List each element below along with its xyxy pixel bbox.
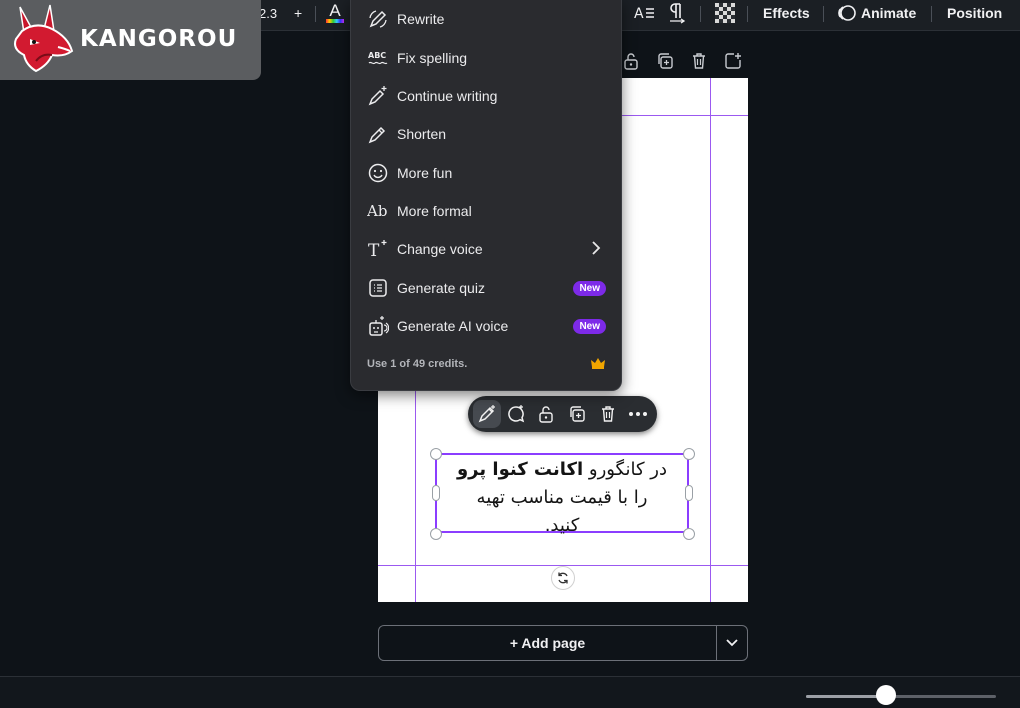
- menu-item-generate-ai-voice[interactable]: Generate AI voice New: [351, 308, 621, 344]
- menu-item-more-fun[interactable]: More fun: [351, 155, 621, 191]
- menu-item-rewrite[interactable]: Rewrite: [351, 1, 621, 37]
- brand-name: KANGOROU: [80, 26, 238, 52]
- svg-text:A: A: [634, 6, 644, 22]
- more-dots-icon: [629, 412, 647, 416]
- duplicate-icon: [570, 406, 585, 422]
- kangaroo-mascot-icon: [14, 4, 74, 73]
- svg-text:Ab: Ab: [367, 202, 387, 220]
- text-voice-icon: T: [367, 238, 389, 260]
- resize-handle-top-left[interactable]: [430, 448, 442, 460]
- new-badge: New: [573, 318, 606, 334]
- menu-item-label: Generate quiz: [397, 280, 485, 296]
- menu-item-change-voice[interactable]: T Change voice: [351, 231, 621, 267]
- menu-item-label: More fun: [397, 165, 453, 181]
- toolbar-divider: [315, 6, 316, 22]
- menu-item-shorten[interactable]: Shorten: [351, 116, 621, 152]
- text-color-glyph: A: [329, 1, 341, 20]
- text-spacing-icon[interactable]: A: [634, 3, 656, 23]
- rotate-handle[interactable]: [551, 566, 575, 590]
- bottom-status-bar: [0, 676, 1020, 708]
- selected-text-box[interactable]: در کانگورو اکانت کنوا پرو را با قیمت منا…: [435, 453, 689, 536]
- menu-item-label: Change voice: [397, 241, 483, 257]
- element-floating-toolbar: [468, 396, 657, 432]
- trash-icon: [602, 406, 614, 422]
- add-page-icon[interactable]: [724, 52, 742, 75]
- magic-write-button[interactable]: [473, 400, 501, 428]
- delete-page-icon[interactable]: [690, 52, 708, 75]
- resize-handle-top-right[interactable]: [683, 448, 695, 460]
- quiz-icon: [367, 277, 389, 299]
- animate-button[interactable]: Animate: [837, 0, 916, 26]
- menu-item-label: More formal: [397, 203, 472, 219]
- text-line-2: را با قیمت مناسب تهیه: [476, 487, 648, 508]
- paragraph-direction-icon[interactable]: [667, 2, 687, 24]
- ai-voice-icon: [367, 315, 389, 337]
- lock-element-button[interactable]: [532, 400, 560, 428]
- rewrite-icon: [367, 8, 389, 30]
- rotate-icon: [558, 572, 568, 584]
- chevron-down-icon: [726, 639, 738, 647]
- magic-pen-icon: [478, 405, 495, 423]
- menu-item-label: Generate AI voice: [397, 318, 509, 334]
- brand-logo-card: KANGOROU: [0, 0, 261, 80]
- new-badge: New: [573, 280, 606, 296]
- animate-icon: [838, 5, 856, 21]
- resize-handle-left[interactable]: [432, 485, 440, 501]
- abc-spelling-icon: ABC: [367, 47, 389, 69]
- toolbar-divider: [931, 6, 932, 22]
- color-rainbow-bar: [326, 19, 344, 23]
- crown-icon: [591, 356, 605, 374]
- pen-sparkle-icon: [367, 85, 389, 107]
- toolbar-divider: [747, 6, 748, 22]
- menu-item-generate-quiz[interactable]: Generate quiz New: [351, 270, 621, 306]
- zoom-slider-thumb[interactable]: [875, 685, 896, 705]
- menu-item-label: Shorten: [397, 126, 447, 142]
- menu-item-more-formal[interactable]: Ab More formal: [351, 193, 621, 229]
- zoom-slider-fill: [806, 695, 886, 698]
- lock-icon: [539, 406, 553, 423]
- animate-label: Animate: [861, 5, 917, 21]
- duplicate-page-icon[interactable]: [656, 52, 674, 75]
- effects-button[interactable]: Effects: [763, 0, 810, 26]
- delete-element-button[interactable]: [594, 400, 622, 428]
- more-options-button[interactable]: [624, 400, 652, 428]
- text-line-3: کنید.: [544, 515, 580, 536]
- add-page-dropdown[interactable]: [717, 626, 747, 660]
- position-button[interactable]: Position: [947, 0, 1002, 26]
- add-page-button[interactable]: + Add page: [379, 626, 716, 660]
- font-size-increase-button[interactable]: +: [294, 0, 302, 26]
- credits-text: Use 1 of 49 credits.: [367, 358, 468, 370]
- text-line-1-plain: در کانگورو: [583, 459, 667, 480]
- menu-item-label: Fix spelling: [397, 50, 468, 66]
- add-page-control: + Add page: [378, 625, 748, 661]
- toolbar-divider: [700, 6, 701, 22]
- magic-write-menu: Rewrite ABC Fix spelling Continue writin…: [350, 0, 622, 391]
- text-color-button[interactable]: A: [325, 0, 345, 26]
- comment-button[interactable]: [502, 400, 530, 428]
- resize-handle-right[interactable]: [685, 485, 693, 501]
- text-line-1-bold: اکانت کنوا پرو: [456, 459, 584, 480]
- resize-handle-bottom-right[interactable]: [683, 528, 695, 540]
- text-line-1: در کانگورو اکانت کنوا پرو: [437, 456, 687, 484]
- duplicate-element-button[interactable]: [563, 400, 591, 428]
- guide-line-right: [710, 78, 711, 602]
- transparency-icon[interactable]: [714, 2, 736, 24]
- font-size-value[interactable]: 2.3: [259, 0, 277, 26]
- zoom-slider-track[interactable]: [806, 695, 996, 698]
- svg-text:ABC: ABC: [368, 51, 386, 60]
- comment-add-icon: [508, 405, 525, 423]
- svg-text:T: T: [368, 241, 380, 260]
- menu-item-fix-spelling[interactable]: ABC Fix spelling: [351, 40, 621, 76]
- chevron-right-icon: [591, 240, 601, 258]
- lock-page-icon[interactable]: [622, 52, 640, 75]
- menu-item-label: Rewrite: [397, 11, 445, 27]
- menu-item-label: Continue writing: [397, 88, 498, 104]
- resize-handle-bottom-left[interactable]: [430, 528, 442, 540]
- smiley-icon: [367, 162, 389, 184]
- menu-item-continue-writing[interactable]: Continue writing: [351, 78, 621, 114]
- ab-formal-icon: Ab: [367, 200, 389, 222]
- pen-shorten-icon: [367, 123, 389, 145]
- toolbar-divider: [823, 6, 824, 22]
